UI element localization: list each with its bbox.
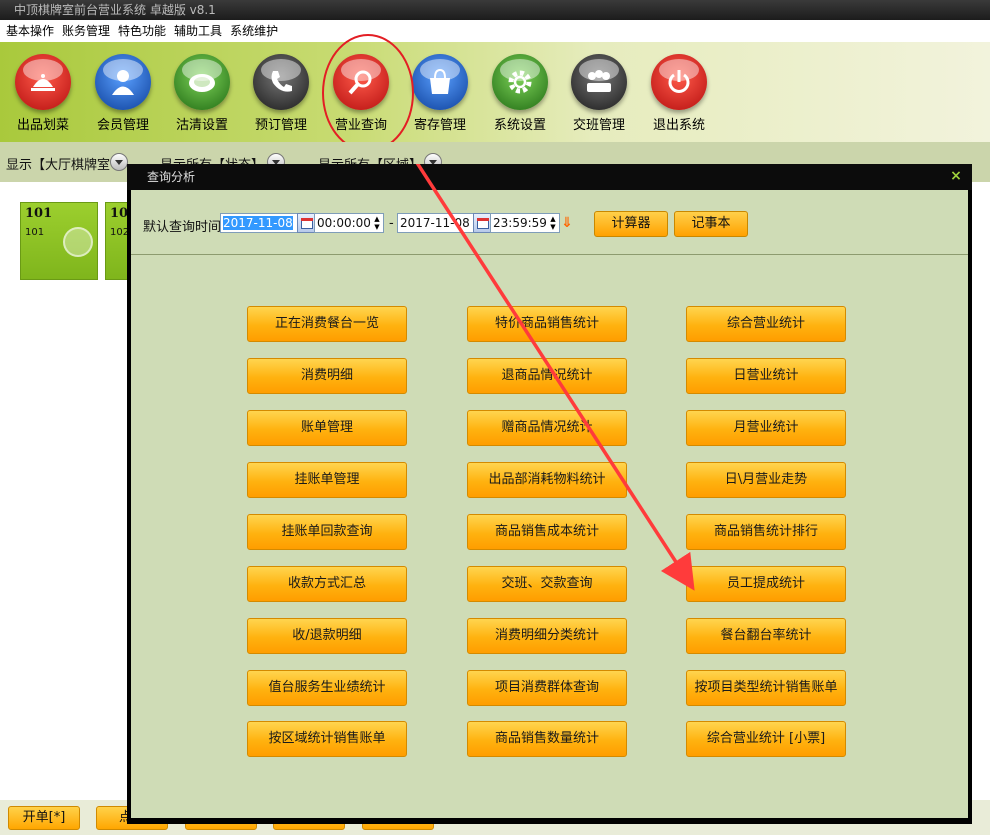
calendar-icon[interactable]	[473, 213, 491, 233]
hall-filter-dropdown[interactable]	[110, 153, 128, 171]
daily-monthly-trend-button[interactable]: 日\月营业走势	[686, 462, 846, 498]
end-time-field[interactable]: 23:59:59 ▲ ▼	[490, 213, 560, 233]
monthly-business-button[interactable]: 月营业统计	[686, 410, 846, 446]
member-user-icon	[95, 54, 151, 110]
project-customer-group-button[interactable]: 项目消费群体查询	[467, 670, 627, 706]
dialog-body: 默认查询时间 2017-11-08 00:00:00 ▲ ▼ - 2017-11-0…	[131, 190, 968, 818]
special-item-sales-button[interactable]: 特价商品销售统计	[467, 306, 627, 342]
item-sales-quantity-button[interactable]: 商品销售数量统计	[467, 721, 627, 757]
overall-business-receipt-button[interactable]: 综合营业统计 [小票]	[686, 721, 846, 757]
table-logo-icon	[63, 227, 93, 257]
receipt-refund-detail-button[interactable]: 收/退款明细	[247, 618, 407, 654]
window-title: 中顶棋牌室前台营业系统 卓越版 v8.1	[0, 0, 990, 20]
range-separator: -	[389, 216, 394, 231]
returned-items-button[interactable]: 退商品情况统计	[467, 358, 627, 394]
item-sales-ranking-button[interactable]: 商品销售统计排行	[686, 514, 846, 550]
shift-payment-query-button[interactable]: 交班、交款查询	[467, 566, 627, 602]
query-analysis-dialog: 查询分析 × 默认查询时间 2017-11-08 00:00:00 ▲ ▼ - 20…	[127, 164, 972, 824]
consumption-category-button[interactable]: 消费明细分类统计	[467, 618, 627, 654]
spinner-icon[interactable]: ▲ ▼	[548, 215, 558, 231]
start-date-field[interactable]: 2017-11-08	[220, 213, 298, 233]
tables-in-use-button[interactable]: 正在消费餐台一览	[247, 306, 407, 342]
toolbar-settings-button[interactable]: 系统设置	[481, 54, 559, 133]
credit-bill-button[interactable]: 挂账单管理	[247, 462, 407, 498]
toolbar-member-button[interactable]: 会员管理	[84, 54, 162, 133]
menu-features[interactable]: 特色功能	[112, 20, 166, 42]
shortcut-down-arrow-icon[interactable]: ⇓	[561, 215, 573, 231]
query-time-row: 默认查询时间 2017-11-08 00:00:00 ▲ ▼ - 2017-11-0…	[131, 190, 968, 255]
item-cost-button[interactable]: 商品销售成本统计	[467, 514, 627, 550]
query-time-label: 默认查询时间	[143, 220, 222, 235]
consumption-detail-button[interactable]: 消费明细	[247, 358, 407, 394]
table-turnover-button[interactable]: 餐台翻台率统计	[686, 618, 846, 654]
kitchen-materials-button[interactable]: 出品部消耗物料统计	[467, 462, 627, 498]
serving-cloche-icon	[15, 54, 71, 110]
staff-commission-button[interactable]: 员工提成统计	[686, 566, 846, 602]
table-tile-101[interactable]: 101 101	[20, 202, 98, 280]
plate-icon	[174, 54, 230, 110]
calculator-button[interactable]: 计算器	[594, 211, 668, 237]
bill-management-button[interactable]: 账单管理	[247, 410, 407, 446]
menu-tools[interactable]: 辅助工具	[168, 20, 222, 42]
power-icon	[651, 54, 707, 110]
overall-business-button[interactable]: 综合营业统计	[686, 306, 846, 342]
close-icon[interactable]: ×	[948, 168, 964, 184]
phone-icon	[253, 54, 309, 110]
notepad-button[interactable]: 记事本	[674, 211, 748, 237]
daily-business-button[interactable]: 日营业统计	[686, 358, 846, 394]
payment-method-summary-button[interactable]: 收款方式汇总	[247, 566, 407, 602]
menu-maintenance[interactable]: 系统维护	[224, 20, 278, 42]
annotation-highlight-circle	[322, 34, 414, 152]
calendar-icon[interactable]	[297, 213, 315, 233]
menu-basic-ops[interactable]: 基本操作	[0, 20, 54, 42]
gear-icon	[492, 54, 548, 110]
main-toolbar: 出品划菜 会员管理 沽清设置 预订管理 营业查询 寄存管理 系统设置 交班管理 …	[0, 42, 990, 142]
toolbar-reservation-button[interactable]: 预订管理	[242, 54, 320, 133]
open-order-button[interactable]: 开单[*]	[8, 806, 80, 830]
toolbar-handover-button[interactable]: 交班管理	[560, 54, 638, 133]
dialog-title: 查询分析	[127, 164, 972, 190]
credit-repayment-button[interactable]: 挂账单回款查询	[247, 514, 407, 550]
end-date-field[interactable]: 2017-11-08	[397, 213, 475, 233]
toolbar-exit-button[interactable]: 退出系统	[640, 54, 718, 133]
gift-items-button[interactable]: 赠商品情况统计	[467, 410, 627, 446]
project-type-sales-button[interactable]: 按项目类型统计销售账单	[686, 670, 846, 706]
menu-bar: 基本操作 账务管理 特色功能 辅助工具 系统维护	[0, 20, 990, 42]
start-time-field[interactable]: 00:00:00 ▲ ▼	[314, 213, 384, 233]
waiter-performance-button[interactable]: 值台服务生业绩统计	[247, 670, 407, 706]
toolbar-serving-button[interactable]: 出品划菜	[4, 54, 82, 133]
menu-accounts[interactable]: 账务管理	[56, 20, 110, 42]
hall-filter-label: 显示【大厅棋牌室	[6, 158, 111, 173]
area-sales-bill-button[interactable]: 按区域统计销售账单	[247, 721, 407, 757]
handover-people-icon	[571, 54, 627, 110]
spinner-icon[interactable]: ▲ ▼	[372, 215, 382, 231]
bag-icon	[412, 54, 468, 110]
toolbar-soldout-button[interactable]: 沽清设置	[163, 54, 241, 133]
